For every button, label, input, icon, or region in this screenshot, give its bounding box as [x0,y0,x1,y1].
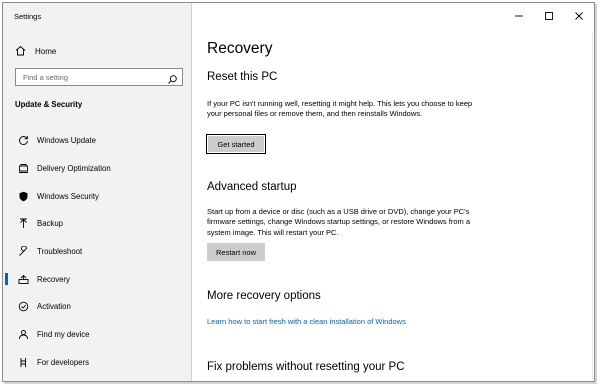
reset-heading: Reset this PC [207,71,278,83]
advanced-startup-heading: Advanced startup [207,181,297,193]
sidebar-item-backup[interactable]: Backup [3,210,192,238]
sidebar-nav: Windows Update Delivery Optimization Win… [3,127,192,376]
main-scrollbar[interactable] [592,33,593,379]
maximize-button[interactable] [534,3,564,29]
restart-now-button[interactable]: Restart now [207,243,265,261]
page-title: Recovery [207,40,273,57]
sidebar-item-recovery[interactable]: Recovery [3,265,192,293]
sidebar-item-troubleshoot[interactable]: Troubleshoot [3,238,192,266]
search-icon [167,72,178,84]
home-link[interactable]: Home [15,44,56,58]
home-label: Home [35,46,57,56]
sidebar-item-label: For developers [37,357,90,367]
window-controls [504,3,594,29]
window-title: Settings [14,12,42,21]
sidebar-item-label: Delivery Optimization [37,164,111,174]
sidebar: Settings Home Find a setting Update & Se… [3,3,192,381]
close-button[interactable] [564,3,594,29]
sidebar-item-label: Activation [37,302,71,312]
reset-description: If your PC isn't running well, resetting… [207,99,473,119]
fix-problems-heading: Fix problems without resetting your PC [207,361,405,373]
advanced-startup-description: Start up from a device or disc (such as … [207,207,471,237]
home-icon [15,45,27,58]
sidebar-item-label: Find my device [37,330,90,340]
section-title: Update & Security [15,100,83,109]
close-icon [575,12,583,20]
clean-install-link[interactable]: Learn how to start fresh with a clean in… [207,317,406,326]
search-box[interactable]: Find a setting [15,68,183,86]
more-recovery-heading: More recovery options [207,290,321,302]
sidebar-item-for-developers[interactable]: For developers [3,349,192,377]
sidebar-item-label: Backup [37,219,64,229]
refresh-icon [16,135,30,147]
sidebar-item-label: Windows Update [37,136,96,146]
search-placeholder: Find a setting [23,73,69,82]
sidebar-item-label: Recovery [37,274,70,284]
developer-tools-icon [16,356,30,368]
recovery-icon [16,273,30,285]
sidebar-item-label: Troubleshoot [37,247,83,257]
sidebar-item-find-my-device[interactable]: Find my device [3,321,192,349]
sidebar-item-activation[interactable]: Activation [3,293,192,321]
sidebar-item-windows-security[interactable]: Windows Security [3,182,192,210]
shield-icon [16,190,30,202]
sidebar-item-delivery-optimization[interactable]: Delivery Optimization [3,155,192,183]
delivery-optimization-icon [16,163,30,175]
get-started-button[interactable]: Get started [206,134,266,154]
main-content: Recovery Reset this PC If your PC isn't … [192,3,594,381]
sidebar-item-windows-update[interactable]: Windows Update [3,127,192,155]
checkmark-circle-icon [16,301,30,313]
minimize-button[interactable] [504,3,534,29]
backup-arrow-icon [16,218,30,230]
settings-window: Settings Home Find a setting Update & Se… [2,2,595,382]
sidebar-item-label: Windows Security [37,191,99,201]
person-location-icon [16,329,30,341]
wrench-icon [16,246,30,258]
